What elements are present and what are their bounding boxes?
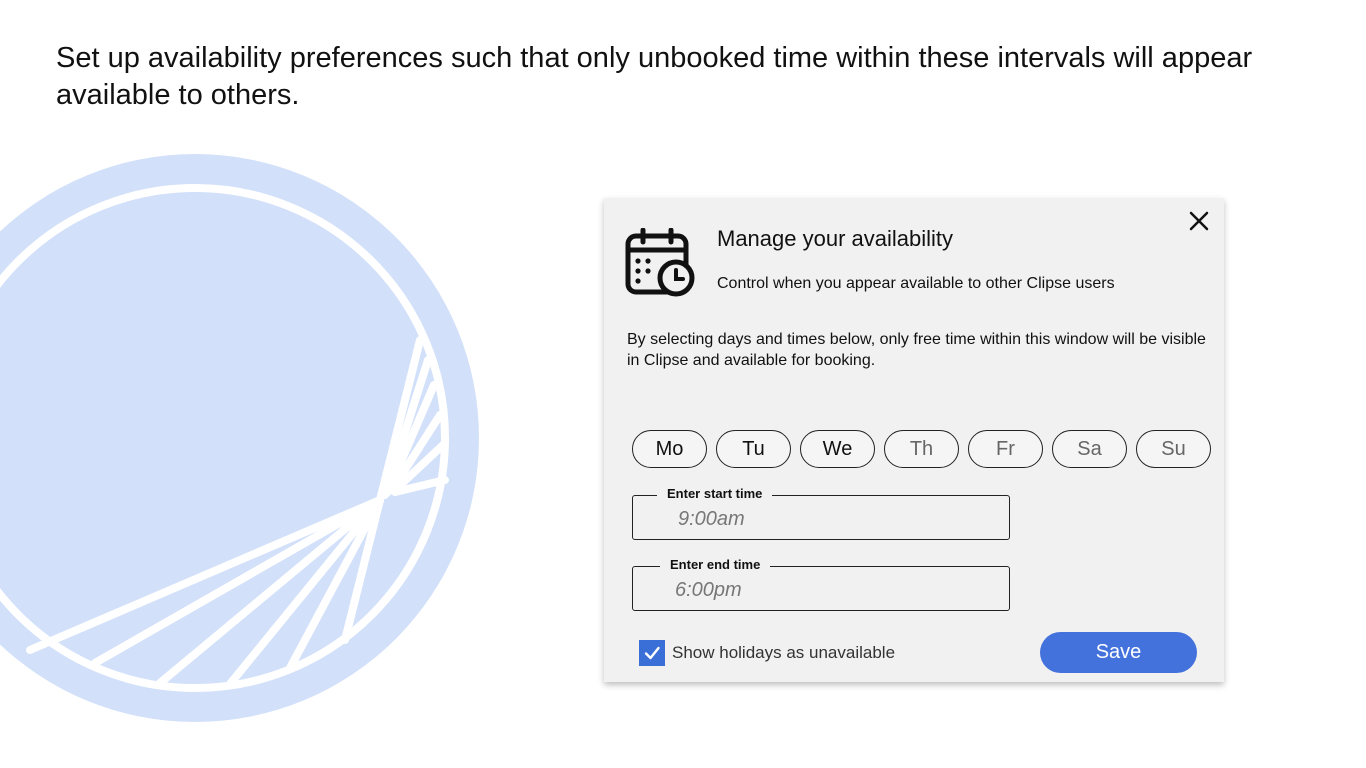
day-button-tu[interactable]: Tu [716,430,791,468]
end-time-placeholder: 6:00pm [675,579,742,601]
start-time-field[interactable]: Enter start time 9:00am [632,486,1010,540]
calendar-clock-icon [625,228,695,297]
start-time-placeholder: 9:00am [678,508,745,530]
dialog-subtitle: Control when you appear available to oth… [717,275,1115,292]
dialog-description: By selecting days and times below, only … [627,331,1206,369]
day-button-su[interactable]: Su [1136,430,1211,468]
day-button-we[interactable]: We [800,430,875,468]
holidays-label: Show holidays as unavailable [672,643,896,662]
holidays-option[interactable]: Show holidays as unavailable [639,640,895,666]
day-selector: Mo Tu We Th Fr Sa Su [632,430,1211,468]
slide-headline: Set up availability preferences such tha… [56,42,1253,111]
day-button-fr[interactable]: Fr [968,430,1043,468]
day-button-sa[interactable]: Sa [1052,430,1127,468]
holidays-checkbox[interactable] [639,640,665,666]
end-time-label: Enter end time [660,557,771,572]
day-button-th[interactable]: Th [884,430,959,468]
clipse-logo-icon [0,154,479,722]
start-time-label: Enter start time [657,486,773,501]
dialog-title: Manage your availability [717,226,954,251]
close-icon[interactable] [1187,209,1211,233]
save-button[interactable]: Save [1040,632,1197,673]
slide: Set up availability preferences such tha… [0,0,1366,768]
checkmark-icon [644,646,660,660]
day-button-mo[interactable]: Mo [632,430,707,468]
end-time-field[interactable]: Enter end time 6:00pm [632,557,1010,611]
availability-dialog: Manage your availability Control when yo… [604,198,1224,682]
